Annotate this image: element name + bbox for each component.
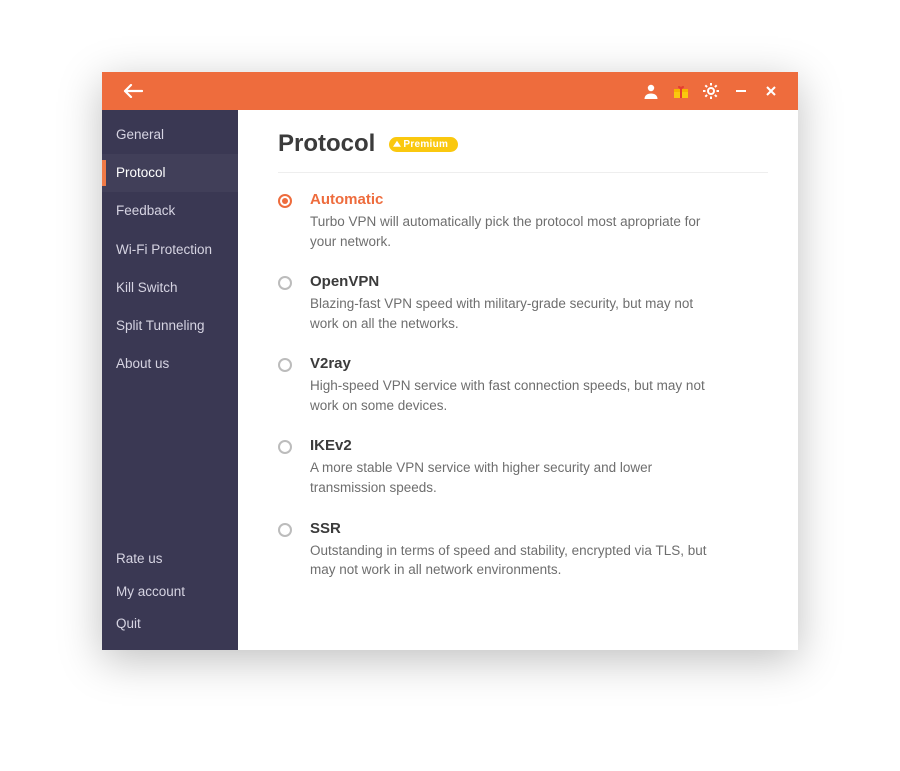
option-description: Blazing-fast VPN speed with military-gra…: [310, 294, 710, 333]
radio-icon: [278, 440, 292, 454]
option-body: Automatic Turbo VPN will automatically p…: [310, 191, 768, 251]
sidebar-item-kill-switch[interactable]: Kill Switch: [102, 269, 238, 307]
protocol-option-ssr[interactable]: SSR Outstanding in terms of speed and st…: [278, 520, 768, 580]
app-body: General Protocol Feedback Wi-Fi Protecti…: [102, 110, 798, 650]
option-body: IKEv2 A more stable VPN service with hig…: [310, 437, 768, 497]
sidebar-item-feedback[interactable]: Feedback: [102, 192, 238, 230]
sidebar-nav-top: General Protocol Feedback Wi-Fi Protecti…: [102, 110, 238, 383]
sidebar-item-label: Split Tunneling: [116, 318, 205, 333]
sidebar-item-label: My account: [116, 584, 185, 599]
radio-icon: [278, 523, 292, 537]
option-label: Automatic: [310, 191, 768, 208]
option-label: SSR: [310, 520, 768, 537]
protocol-options: Automatic Turbo VPN will automatically p…: [278, 191, 768, 580]
option-body: V2ray High-speed VPN service with fast c…: [310, 355, 768, 415]
back-button[interactable]: [120, 78, 146, 104]
minimize-icon: [734, 84, 748, 98]
option-description: High-speed VPN service with fast connect…: [310, 376, 710, 415]
sidebar-item-protocol[interactable]: Protocol: [102, 154, 238, 192]
sidebar-item-label: General: [116, 127, 164, 142]
protocol-option-ikev2[interactable]: IKEv2 A more stable VPN service with hig…: [278, 437, 768, 497]
option-description: A more stable VPN service with higher se…: [310, 458, 710, 497]
sidebar-item-split-tunneling[interactable]: Split Tunneling: [102, 307, 238, 345]
radio-icon: [278, 358, 292, 372]
sidebar-item-quit[interactable]: Quit: [102, 608, 238, 640]
protocol-option-v2ray[interactable]: V2ray High-speed VPN service with fast c…: [278, 355, 768, 415]
option-body: OpenVPN Blazing-fast VPN speed with mili…: [310, 273, 768, 333]
page-title: Protocol: [278, 130, 375, 158]
sidebar-item-rate-us[interactable]: Rate us: [102, 543, 238, 575]
close-button[interactable]: [758, 78, 784, 104]
sidebar-item-label: Protocol: [116, 165, 166, 180]
sidebar-nav-bottom: Rate us My account Quit: [102, 543, 238, 650]
page-header: Protocol Premium: [278, 130, 768, 173]
sidebar-item-about-us[interactable]: About us: [102, 345, 238, 383]
minimize-button[interactable]: [728, 78, 754, 104]
option-description: Outstanding in terms of speed and stabil…: [310, 541, 710, 580]
radio-icon: [278, 194, 292, 208]
sidebar-item-wifi-protection[interactable]: Wi-Fi Protection: [102, 231, 238, 269]
option-body: SSR Outstanding in terms of speed and st…: [310, 520, 768, 580]
sidebar-item-label: About us: [116, 356, 169, 371]
option-label: IKEv2: [310, 437, 768, 454]
sidebar-item-label: Kill Switch: [116, 280, 178, 295]
close-icon: [764, 84, 778, 98]
sidebar: General Protocol Feedback Wi-Fi Protecti…: [102, 110, 238, 650]
sidebar-item-my-account[interactable]: My account: [102, 576, 238, 608]
gift-button[interactable]: [668, 78, 694, 104]
app-window: General Protocol Feedback Wi-Fi Protecti…: [102, 72, 798, 650]
account-button[interactable]: [638, 78, 664, 104]
option-label: OpenVPN: [310, 273, 768, 290]
settings-button[interactable]: [698, 78, 724, 104]
protocol-option-openvpn[interactable]: OpenVPN Blazing-fast VPN speed with mili…: [278, 273, 768, 333]
back-arrow-icon: [123, 84, 143, 98]
radio-icon: [278, 276, 292, 290]
sidebar-item-general[interactable]: General: [102, 116, 238, 154]
protocol-option-automatic[interactable]: Automatic Turbo VPN will automatically p…: [278, 191, 768, 251]
user-icon: [642, 82, 660, 100]
content-pane: Protocol Premium Automatic Turbo VPN wil…: [238, 110, 798, 650]
sidebar-item-label: Wi-Fi Protection: [116, 242, 212, 257]
option-label: V2ray: [310, 355, 768, 372]
sidebar-item-label: Feedback: [116, 203, 175, 218]
gift-icon: [672, 82, 690, 100]
titlebar: [102, 72, 798, 110]
option-description: Turbo VPN will automatically pick the pr…: [310, 212, 710, 251]
gear-icon: [702, 82, 720, 100]
premium-badge: Premium: [389, 137, 458, 152]
sidebar-item-label: Rate us: [116, 551, 163, 566]
sidebar-item-label: Quit: [116, 616, 141, 631]
